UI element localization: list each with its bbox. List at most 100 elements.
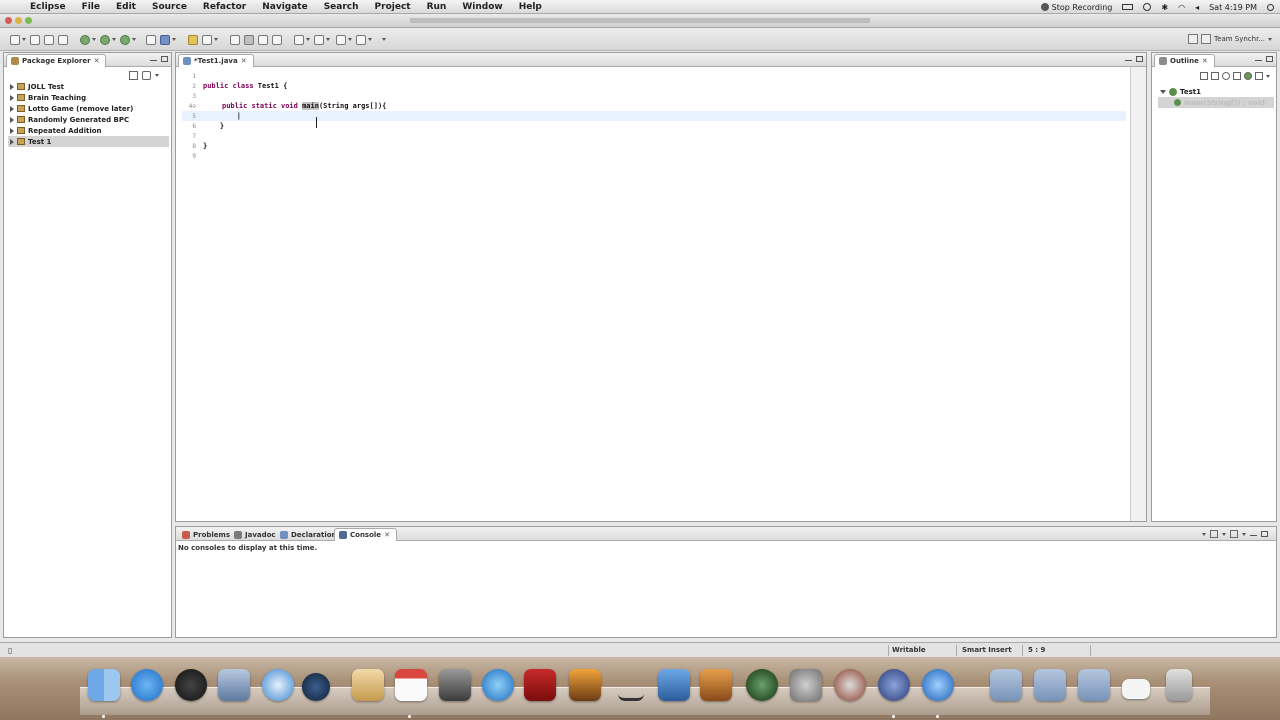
new-icon[interactable] — [10, 35, 20, 45]
new-java-package-icon[interactable] — [160, 35, 170, 45]
sidewinder-icon[interactable] — [618, 669, 644, 701]
perspective-dropdown-icon[interactable] — [1268, 37, 1272, 41]
search-tool-icon[interactable] — [230, 35, 240, 45]
previous-annotation-dropdown-icon[interactable] — [326, 38, 330, 41]
volume-icon[interactable]: ◂ — [1195, 3, 1199, 12]
tab-console[interactable]: Console ✕ — [334, 528, 397, 541]
new-dropdown-icon[interactable] — [22, 38, 26, 41]
hide-local-types-icon[interactable] — [1255, 72, 1263, 80]
collapse-all-icon[interactable] — [1200, 72, 1208, 80]
forward-icon[interactable] — [356, 35, 366, 45]
minimize-editor-icon[interactable] — [1125, 60, 1132, 62]
external-tools-icon[interactable] — [120, 35, 130, 45]
downloads-folder-icon[interactable] — [1078, 669, 1110, 701]
menu-eclipse[interactable]: Eclipse — [22, 2, 74, 12]
xcode-icon[interactable] — [658, 669, 690, 701]
garageband-icon[interactable] — [700, 669, 732, 701]
spotlight-icon[interactable] — [1267, 3, 1274, 11]
print-icon[interactable] — [58, 35, 68, 45]
close-tab-icon[interactable]: ✕ — [384, 531, 390, 539]
next-annotation-dropdown-icon[interactable] — [306, 38, 310, 41]
dvd-icon[interactable] — [834, 669, 866, 701]
outline-item-method[interactable]: main(String[]) : void — [1158, 97, 1274, 108]
previous-annotation-icon[interactable] — [314, 35, 324, 45]
itunes-icon[interactable] — [482, 669, 514, 701]
hide-nonpublic-icon[interactable] — [1244, 72, 1252, 80]
menu-refactor[interactable]: Refactor — [195, 2, 254, 12]
open-task-icon[interactable] — [202, 35, 212, 45]
time-machine-icon[interactable] — [746, 669, 778, 701]
code-editor[interactable]: 1 2 public class Test1 { 3 4⊖ public stati… — [182, 71, 1126, 161]
iphoto-camera-icon[interactable] — [302, 673, 330, 701]
hide-static-icon[interactable] — [1233, 72, 1241, 80]
battery-icon[interactable] — [1122, 4, 1134, 10]
expand-arrow-icon[interactable] — [10, 138, 14, 145]
next-annotation-icon[interactable] — [294, 35, 304, 45]
open-perspective-icon[interactable] — [1188, 34, 1199, 44]
tab-test1-java[interactable]: *Test1.java ✕ — [178, 54, 254, 67]
expand-arrow-icon[interactable] — [10, 83, 14, 90]
tree-item[interactable]: Randomly Generated BPC — [8, 114, 169, 125]
run-dropdown-icon[interactable] — [112, 38, 116, 41]
menu-run[interactable]: Run — [419, 2, 455, 12]
dashboard-icon[interactable] — [175, 669, 207, 701]
menu-help[interactable]: Help — [511, 2, 550, 12]
debug-dropdown-icon[interactable] — [92, 38, 96, 41]
back-dropdown-icon[interactable] — [348, 38, 352, 41]
collapse-all-icon[interactable] — [129, 71, 138, 80]
new-class-dropdown-icon[interactable] — [172, 38, 176, 41]
photo-icon[interactable] — [524, 669, 556, 701]
system-preferences-icon[interactable] — [790, 669, 822, 701]
menu-search[interactable]: Search — [316, 2, 367, 12]
time-machine-menu-icon[interactable] — [1143, 3, 1152, 11]
tree-item[interactable]: Lotto Game (remove later) — [8, 103, 169, 114]
documents-folder-icon[interactable] — [1034, 669, 1066, 701]
screenshot-icon[interactable] — [1122, 679, 1150, 699]
menu-edit[interactable]: Edit — [108, 2, 144, 12]
tab-outline[interactable]: Outline ✕ — [1154, 54, 1215, 67]
expand-arrow-icon[interactable] — [10, 94, 14, 101]
run-icon[interactable] — [100, 35, 110, 45]
maximize-view-icon[interactable] — [1261, 531, 1268, 537]
minimize-view-icon[interactable] — [1255, 60, 1262, 62]
tree-item[interactable]: Brain Teaching — [8, 92, 169, 103]
image-icon[interactable] — [569, 669, 601, 701]
tree-item[interactable]: Repeated Addition — [8, 125, 169, 136]
tab-problems[interactable]: Problems — [178, 528, 236, 541]
maximize-editor-icon[interactable] — [1136, 56, 1143, 62]
photo-booth-icon[interactable] — [439, 669, 471, 701]
close-window-icon[interactable] — [5, 17, 12, 24]
trash-icon[interactable] — [1166, 669, 1192, 701]
menu-file[interactable]: File — [74, 2, 108, 12]
wifi-icon[interactable]: ◠ — [1178, 3, 1185, 12]
menu-window[interactable]: Window — [454, 2, 510, 12]
show-whitespace-icon[interactable] — [272, 35, 282, 45]
display-console-dropdown-icon[interactable] — [1222, 532, 1226, 536]
eclipse-icon[interactable] — [878, 669, 910, 701]
open-type-icon[interactable] — [188, 35, 198, 45]
sort-icon[interactable] — [1211, 72, 1219, 80]
stop-recording-item[interactable]: Stop Recording — [1040, 3, 1112, 12]
preview-icon[interactable] — [218, 669, 250, 701]
external-tools-dropdown-icon[interactable] — [132, 38, 136, 41]
quicktime-icon[interactable] — [922, 669, 954, 701]
perspective-switcher[interactable]: Team Synchr... — [1188, 34, 1272, 44]
safari-icon[interactable] — [262, 669, 294, 701]
close-tab-icon[interactable]: ✕ — [1202, 57, 1208, 65]
toggle-block-selection-icon[interactable] — [258, 35, 268, 45]
applications-folder-icon[interactable] — [990, 669, 1022, 701]
task-dropdown-icon[interactable] — [214, 38, 218, 41]
address-book-icon[interactable] — [352, 669, 384, 701]
tree-item[interactable]: JOLL Test — [8, 81, 169, 92]
maximize-view-icon[interactable] — [161, 56, 168, 62]
editor-vertical-scrollbar[interactable] — [1130, 67, 1146, 521]
close-tab-icon[interactable]: ✕ — [241, 57, 247, 65]
console-dropdown-icon[interactable] — [1202, 532, 1206, 536]
more-dropdown-icon[interactable] — [382, 38, 386, 41]
new-java-project-icon[interactable] — [146, 35, 156, 45]
tab-declaration[interactable]: Declaration — [276, 528, 343, 541]
minimize-view-icon[interactable] — [1250, 534, 1257, 537]
tree-item-selected[interactable]: Test 1 — [8, 136, 169, 147]
save-icon[interactable] — [30, 35, 40, 45]
app-store-icon[interactable] — [131, 669, 163, 701]
